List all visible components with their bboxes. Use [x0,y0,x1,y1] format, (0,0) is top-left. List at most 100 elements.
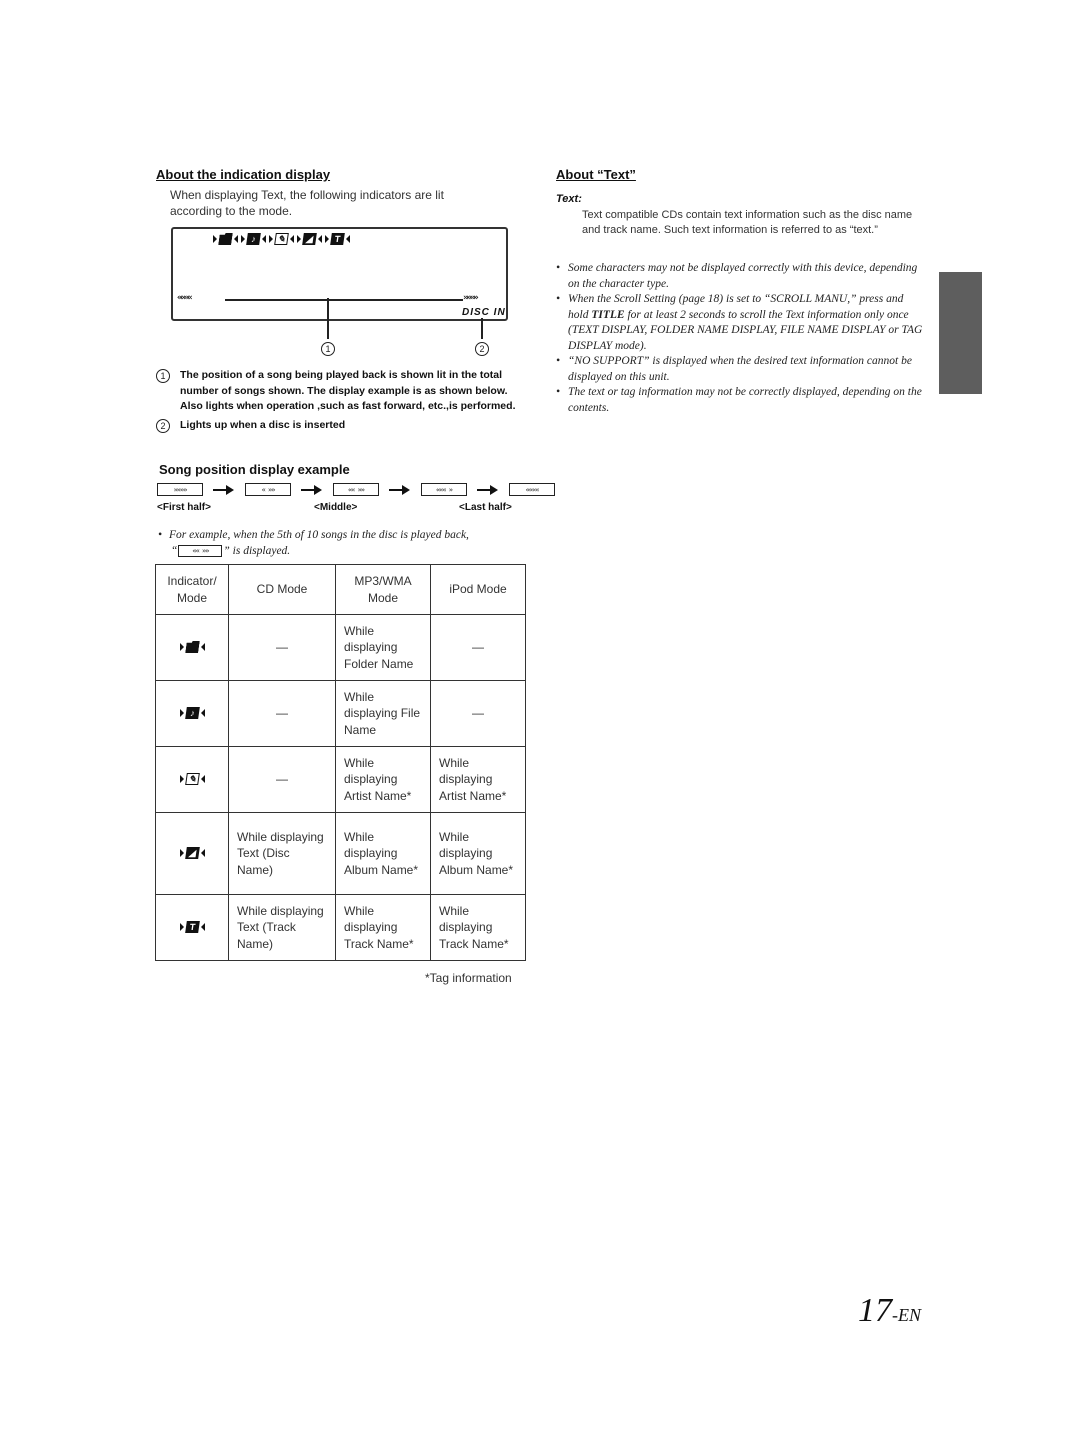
note-item: 1 The position of a song being played ba… [156,368,526,415]
lcd-right-chevrons: »»»» [463,293,479,303]
lcd-artist-indicator: ✎ [269,233,294,245]
table-row: ✎ — While displaying Artist Name* While … [155,746,526,813]
indication-heading: About the indication display [156,167,331,182]
mp3-cell: While displaying Artist Name* [335,746,431,813]
arrow-left-icon [200,775,205,784]
indicator-cell: ✎ [155,746,229,813]
indicator-cell: ♪ [155,680,229,747]
section-side-tab [939,272,982,394]
text-definition: Text compatible CDs contain text informa… [582,209,913,236]
bullet: • [556,355,561,367]
label-last-half: <Last half> [459,502,512,513]
note-text: Lights up when a disc is inserted [180,418,346,431]
arrow-right-icon [477,484,499,495]
arrow-left-icon [200,709,205,718]
lcd-file-indicator: ♪ [241,233,266,245]
arrow-right-icon [179,923,184,932]
indicator-cell: ◢ [155,812,229,895]
callout-1-leader [327,298,329,339]
lcd-left-chevrons: «««« [177,293,193,303]
artist-indicator: ✎ [179,773,205,786]
note-bullet: • When the Scroll Setting (page 18) is se… [556,292,926,354]
header-ipod-mode: iPod Mode [430,564,526,615]
arrow-right-icon [179,775,184,784]
example-text: For example, when the 5th of 10 songs in… [169,529,469,541]
arrow-left-icon [200,643,205,652]
label-first-half: <First half> [157,502,211,513]
album-icon: ◢ [302,233,317,245]
callout-2-leader [481,318,483,339]
arrow-left-icon [200,923,205,932]
cd-cell: — [228,614,336,681]
example-position-box: «« »» [178,545,223,558]
ipod-cell: — [430,614,526,681]
note-bullet: • The text or tag information may not be … [556,385,926,416]
file-icon: ♪ [246,233,261,245]
position-bar-line [225,299,463,301]
position-box-4: ««« » [421,483,467,496]
song-position-sequence: »»»» « »» «« »» ««« » «««« [157,483,555,496]
example-bullet-row: • For example, when the 5th of 10 songs … [158,528,528,544]
table-footnote: *Tag information [425,971,512,985]
arrow-left-icon [262,235,266,243]
arrow-left-icon [318,235,322,243]
note-bullet: • “NO SUPPORT” is displayed when the desi… [556,354,926,385]
label-middle: <Middle> [314,502,358,513]
bullet: • [556,386,561,398]
song-position-heading: Song position display example [159,462,350,477]
arrow-left-icon [346,235,350,243]
position-box-last-half: «««« [509,483,555,496]
arrow-right-icon [389,484,411,495]
position-box-first-half: »»»» [157,483,203,496]
arrow-right-icon [269,235,273,243]
arrow-right-icon [179,643,184,652]
arrow-left-icon [200,849,205,858]
note-text: “NO SUPPORT” is displayed when the desir… [568,355,912,383]
ipod-cell: While displaying Album Name* [430,812,526,895]
ipod-cell: — [430,680,526,747]
album-icon: ◢ [184,847,200,860]
table-row: — While displaying Folder Name — [155,614,526,681]
position-box-middle: «« »» [333,483,379,496]
arrow-right-icon [179,849,184,858]
indicator-mode-table: Indicator/ Mode CD Mode MP3/WMA Mode iPo… [155,564,526,961]
album-indicator: ◢ [179,847,205,860]
arrow-left-icon [234,235,238,243]
mp3-cell: While displaying Track Name* [335,894,431,961]
example-line-2: “ «« »» ” is displayed. [158,544,528,560]
arrow-right-icon [325,235,329,243]
table-row: ◢ While displaying Text (Disc Name) Whil… [155,812,526,895]
cd-cell: While displaying Text (Disc Name) [228,812,336,895]
artist-icon: ✎ [184,773,200,786]
arrow-right-icon [179,709,184,718]
cd-cell: While displaying Text (Track Name) [228,894,336,961]
callout-1: 1 [321,342,335,356]
note-text: Some characters may not be displayed cor… [568,262,918,290]
file-indicator: ♪ [179,707,205,720]
open-quote: “ [171,544,178,557]
folder-indicator [179,641,205,653]
table-row: ♪ — While displaying File Name — [155,680,526,747]
indicator-cell: T [155,894,229,961]
lcd-album-indicator: ◢ [297,233,322,245]
bullet: • [556,293,561,305]
example-suffix: ” is displayed. [223,544,291,557]
page-number: 17-EN [858,1292,921,1330]
cd-cell: — [228,680,336,747]
table-row: T While displaying Text (Track Name) Whi… [155,894,526,961]
indication-notes: 1 The position of a song being played ba… [156,368,526,433]
position-box-2: « »» [245,483,291,496]
lcd-folder-indicator [213,233,238,245]
folder-icon [185,641,200,653]
header-cd-mode: CD Mode [228,564,336,615]
callout-2: 2 [475,342,489,356]
lcd-panel: ♪ ✎ ◢ T «««« »»»» DISC IN [171,227,508,321]
lcd-track-indicator: T [325,233,350,245]
indication-intro: When displaying Text, the following indi… [170,188,444,218]
ipod-cell: While displaying Artist Name* [430,746,526,813]
arrow-left-icon [290,235,294,243]
track-indicator: T [179,921,205,934]
track-icon: T [184,921,200,934]
arrow-right-icon [301,484,323,495]
arrow-right-icon [241,235,245,243]
